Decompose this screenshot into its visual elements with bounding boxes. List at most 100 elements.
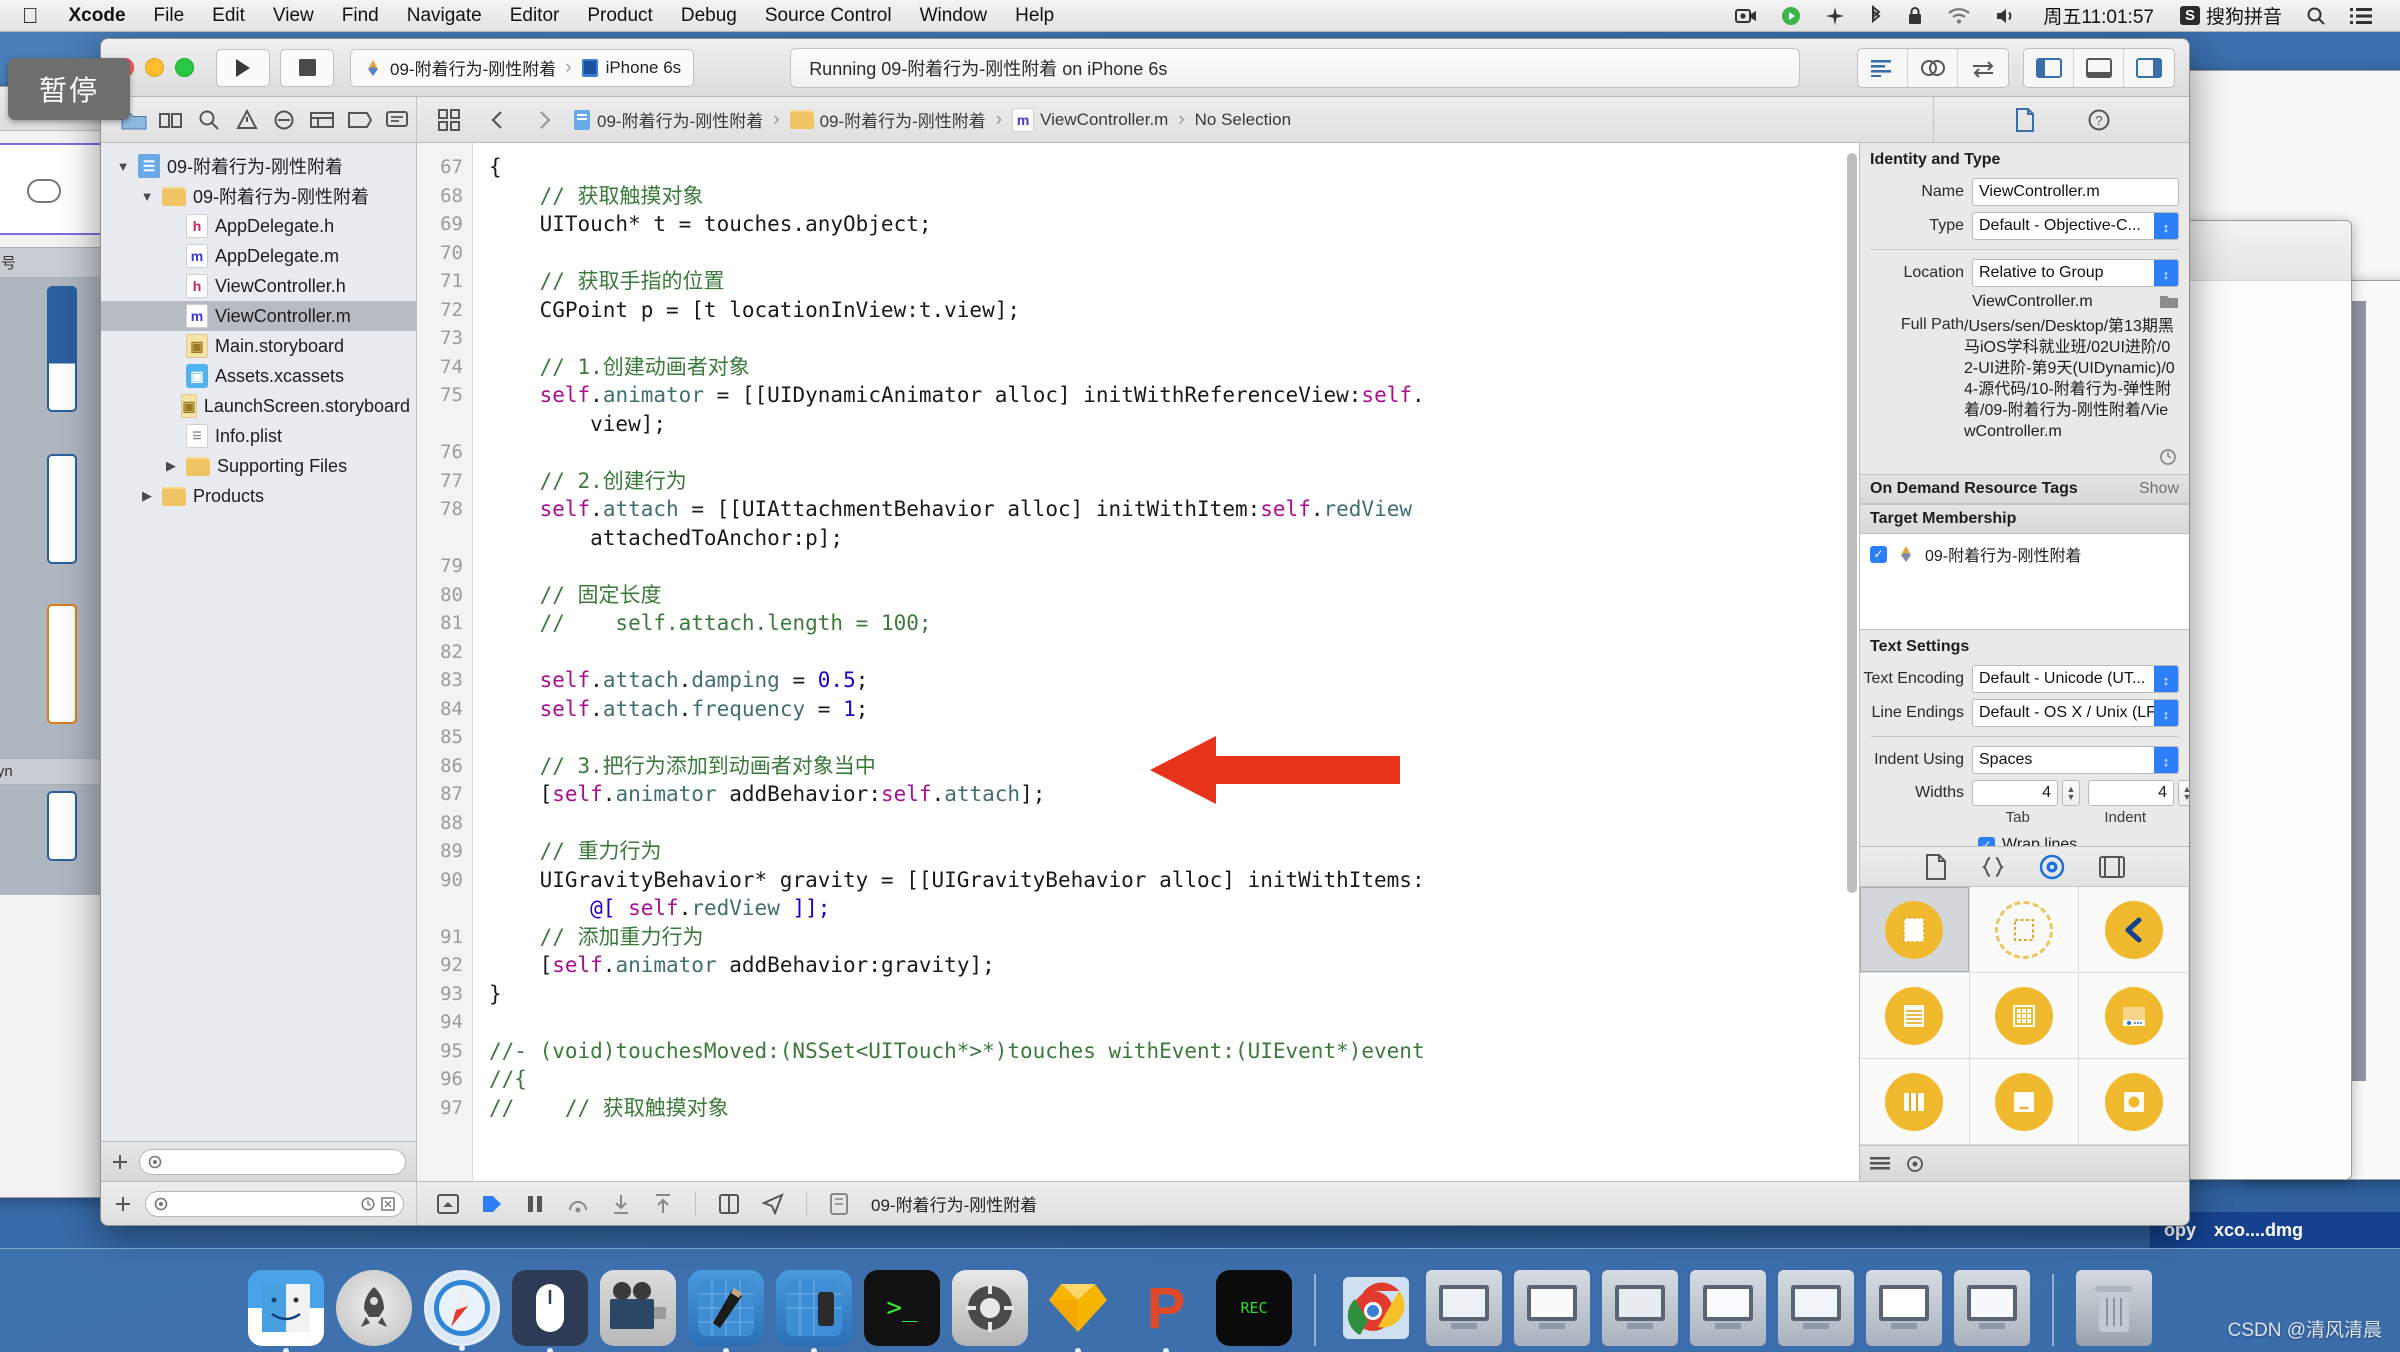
minimize-button[interactable]	[145, 58, 164, 77]
editor-mode-segmented-control[interactable]	[1857, 47, 2009, 88]
navigator-row[interactable]: ▣ Assets.xcassets	[101, 361, 416, 391]
code-line[interactable]: // 重力行为	[489, 837, 1859, 866]
step-into-icon[interactable]	[611, 1193, 631, 1215]
widths-row[interactable]: Widths 4 ▲▼ 4 ▲▼	[1860, 777, 2189, 809]
reveal-in-finder-icon[interactable]	[2159, 448, 2177, 466]
dock-item-launchpad[interactable]	[336, 1270, 412, 1346]
simulate-location-icon[interactable]	[762, 1192, 784, 1215]
lock-icon[interactable]	[1895, 6, 1935, 26]
menu-item-editor[interactable]: Editor	[496, 5, 574, 27]
indent-using-popup[interactable]: Spaces ↕	[1972, 746, 2179, 774]
related-items-icon[interactable]	[429, 108, 469, 131]
disclosure-triangle-icon[interactable]: ▶	[139, 488, 155, 504]
library-item-split-view-controller[interactable]	[1860, 1059, 1970, 1145]
odr-show-button[interactable]: Show	[2139, 480, 2179, 498]
library-item-page-view-controller[interactable]	[1969, 1059, 2080, 1145]
toggle-debug-area-icon[interactable]	[2074, 48, 2124, 87]
navigator-row[interactable]: ▼ 09-附着行为-刚性附着	[101, 181, 416, 211]
debug-search-field[interactable]	[145, 1190, 404, 1217]
memory-graph-icon[interactable]	[829, 1192, 849, 1216]
tab-width-stepper[interactable]: 4 ▲ ▼	[1972, 780, 2080, 806]
volume-icon[interactable]	[1983, 7, 2029, 25]
input-method-indicator[interactable]: S 搜狗拼音	[2168, 2, 2294, 29]
hide-debug-area-icon[interactable]	[437, 1193, 459, 1214]
file-inspector-panel[interactable]: Identity and Type Name ViewController.m …	[1859, 143, 2189, 1181]
breakpoint-navigator-icon[interactable]	[341, 97, 379, 142]
debug-filter-bar[interactable]	[101, 1182, 417, 1225]
menu-item-file[interactable]: File	[140, 5, 199, 27]
plus-icon[interactable]	[113, 1194, 133, 1214]
assistant-editor-icon[interactable]	[1908, 48, 1958, 87]
folder-picker-icon[interactable]	[2159, 294, 2179, 310]
dock-minimized-window-1[interactable]	[1426, 1270, 1502, 1346]
disclosure-triangle-icon[interactable]: ▶	[163, 458, 179, 474]
disclosure-triangle-icon[interactable]: ▼	[115, 159, 131, 174]
dock-item-safari[interactable]	[424, 1270, 500, 1351]
code-line[interactable]: CGPoint p = [t locationInView:t.view];	[489, 296, 1859, 325]
navigator-row[interactable]: ▶ Supporting Files	[101, 451, 416, 481]
code-line[interactable]: attachedToAnchor:p];	[489, 524, 1859, 553]
navigator-selector-bar[interactable]	[101, 97, 417, 142]
bluetooth-icon[interactable]	[1857, 4, 1895, 27]
code-line[interactable]: view];	[489, 410, 1859, 439]
code-line[interactable]: UITouch* t = touches.anyObject;	[489, 210, 1859, 239]
dock-item-xcode[interactable]	[688, 1270, 764, 1352]
navigator-row[interactable]: ▣ Main.storyboard	[101, 331, 416, 361]
inspector-selector-bar[interactable]: ?	[1933, 97, 2189, 142]
library-item-gl-kit-view-controller[interactable]	[2079, 1059, 2189, 1145]
code-line[interactable]	[489, 438, 1859, 467]
library-item-view-controller[interactable]	[1860, 887, 1970, 973]
library-panel[interactable]	[1860, 846, 2189, 1181]
dock-minimized-chrome-window[interactable]	[1338, 1270, 1414, 1346]
dock-minimized-window-3[interactable]	[1602, 1270, 1678, 1346]
dock-minimized-window-4[interactable]	[1690, 1270, 1766, 1346]
dock-item-mouse-app[interactable]	[512, 1270, 588, 1352]
report-navigator-icon[interactable]	[378, 97, 416, 142]
code-line[interactable]: self.animator = [[UIDynamicAnimator allo…	[489, 381, 1859, 410]
scheme-selector[interactable]: 09-附着行为-刚性附着 › iPhone 6s	[350, 48, 695, 87]
code-line[interactable]: // 添加重力行为	[489, 923, 1859, 952]
dock[interactable]: >_ P REC	[0, 1248, 2400, 1352]
location-file-row[interactable]: ViewController.m	[1860, 290, 2189, 314]
tab-width-field[interactable]: 4	[1972, 780, 2058, 806]
list-icon[interactable]	[2338, 7, 2384, 25]
wrap-lines-checkbox[interactable]: ✓	[1978, 836, 1995, 846]
navigator-row[interactable]: ▶ Products	[101, 481, 416, 511]
file-template-library-icon[interactable]	[1925, 853, 1947, 880]
zoom-button[interactable]	[175, 58, 194, 77]
dock-item-terminal[interactable]: >_	[864, 1270, 940, 1346]
navigator-row[interactable]: ▣ LaunchScreen.storyboard	[101, 391, 416, 421]
menu-bar-status-items[interactable]: 周五11:01:57 S 搜狗拼音	[1723, 2, 2400, 29]
media-library-icon[interactable]	[2098, 855, 2125, 878]
dock-minimized-window-5[interactable]	[1778, 1270, 1854, 1346]
navigator-filter-field[interactable]	[139, 1148, 406, 1175]
xcode-navigation-bar[interactable]: 09-附着行为-刚性附着 › 09-附着行为-刚性附着 › m ViewCont…	[101, 97, 2189, 143]
issue-navigator-icon[interactable]	[228, 97, 266, 142]
text-encoding-row[interactable]: Text Encoding Default - Unicode (UT... ↕	[1860, 662, 2189, 696]
source-editor[interactable]: 67 68 69 70 71 72 73 74 75 76 77 78 79 80 81 82 83 84 85…	[417, 143, 1859, 1181]
standard-editor-icon[interactable]	[1858, 48, 1908, 87]
toolbar-right-controls[interactable]	[1857, 47, 2175, 88]
menu-item-debug[interactable]: Debug	[667, 5, 751, 27]
menu-item-source-control[interactable]: Source Control	[751, 5, 906, 27]
breadcrumb-item-selection[interactable]: No Selection	[1195, 110, 1291, 130]
chevron-updown-icon[interactable]: ↕	[2154, 260, 2178, 286]
menu-bar-clock[interactable]: 周五11:01:57	[2029, 2, 2168, 29]
view-debugging-icon[interactable]	[718, 1193, 740, 1215]
dock-item-finder[interactable]	[248, 1270, 324, 1352]
navigator-row[interactable]: h AppDelegate.h	[101, 211, 416, 241]
code-line[interactable]	[489, 324, 1859, 353]
menu-item-view[interactable]: View	[259, 5, 328, 27]
menu-item-product[interactable]: Product	[573, 5, 666, 27]
xcode-bottom-bar[interactable]: 09-附着行为-刚性附着	[101, 1181, 2189, 1225]
type-popup[interactable]: Default - Objective-C... ↕	[1972, 212, 2179, 240]
project-navigator-tree[interactable]: ▼ ☰ 09-附着行为-刚性附着 ▼ 09-附着行为-刚性附着 h AppDelegate.…	[101, 143, 416, 1141]
library-item-collection-view-controller[interactable]	[1969, 973, 2080, 1059]
navigator-row[interactable]: m AppDelegate.m	[101, 241, 416, 271]
pause-icon[interactable]	[525, 1194, 545, 1214]
library-object-grid[interactable]	[1860, 887, 2189, 1145]
code-line[interactable]: self.attach.damping = 0.5;	[489, 666, 1859, 695]
dock-minimized-window-2[interactable]	[1514, 1270, 1590, 1346]
code-line[interactable]: // // 获取触摸对象	[489, 1094, 1859, 1123]
run-button[interactable]	[216, 48, 270, 87]
